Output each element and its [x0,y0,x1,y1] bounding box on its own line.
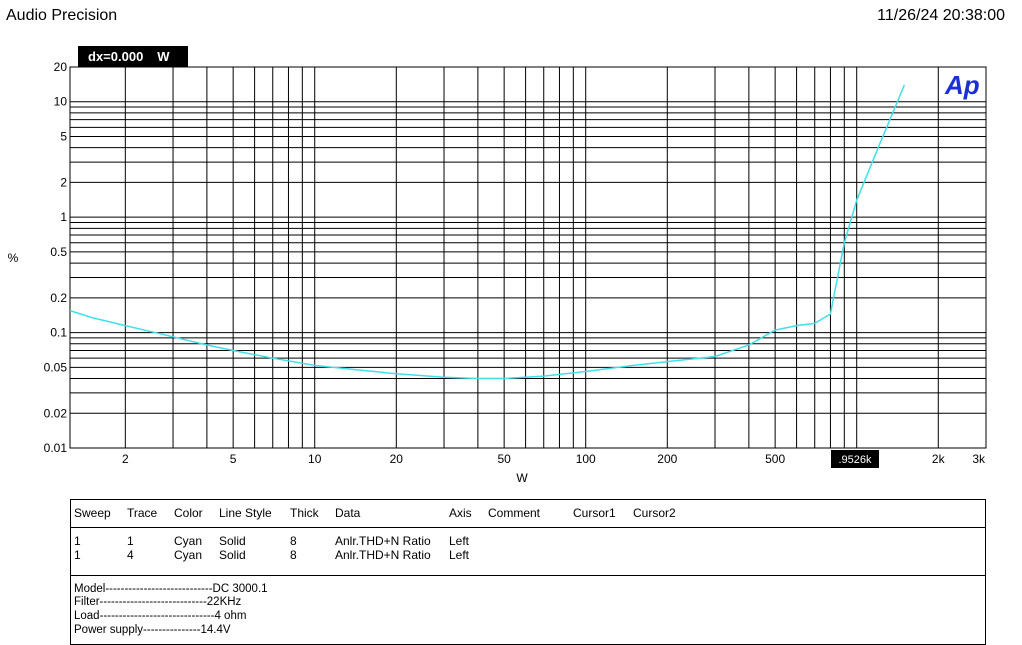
legend-cell-color: Cyan [174,548,203,562]
x-tick-label: 2 [122,452,129,466]
y-tick-label: 0.05 [44,360,68,374]
y-tick-label: 5 [60,129,67,143]
legend-cell-data: Anlr.THD+N Ratio [335,534,431,548]
note-filter: Filter----------------------------22KHz [74,596,242,608]
legend-cell-sweep: 1 [74,534,81,548]
x-tick-label: 2k [932,452,946,466]
y-tick-label: 20 [54,60,68,74]
legend-header-sweep: Sweep [74,506,111,520]
x-tick-label: 3k [972,452,986,466]
legend-header-axis: Axis [449,506,472,520]
legend-cell-trace: 4 [127,548,134,562]
legend-divider [71,527,985,528]
x-axis-label: W [516,471,528,485]
legend-header-color: Color [174,506,203,520]
y-tick-label: 1 [60,210,67,224]
legend-cell-axis: Left [449,548,470,562]
cursor-x-marker-label: .9526k [838,454,872,466]
setup-notes: Model----------------------------DC 3000… [70,575,986,645]
legend-header-trace: Trace [127,506,158,520]
x-tick-label: 500 [765,452,785,466]
legend-cell-thick: 8 [290,548,297,562]
x-tick-label: 5 [230,452,237,466]
thd-chart: 20 10 5 2 1 0.5 0.2 0.1 0.05 0.02 0.01 2 5 10 20 50 100 2… [8,60,987,485]
legend-cell-color: Cyan [174,534,203,548]
y-tick-label: 0.01 [44,441,68,455]
legend-header-row: Sweep Trace Color Line Style Thick Data … [71,506,985,522]
legend-cell-trace: 1 [127,534,134,548]
trace-legend-table: Sweep Trace Color Line Style Thick Data … [70,499,986,576]
y-tick-label: 2 [60,175,67,189]
y-tick-label: 0.02 [44,406,68,420]
note-power-supply: Power supply---------------14.4V [74,624,231,636]
legend-cell-line-style: Solid [219,534,246,548]
legend-header-thick: Thick [290,506,319,520]
legend-header-comment: Comment [488,506,541,520]
x-tick-label: 10 [308,452,322,466]
legend-header-data: Data [335,506,361,520]
legend-header-line-style: Line Style [219,506,272,520]
legend-header-cursor1: Cursor1 [573,506,616,520]
y-tick-label: 0.1 [50,326,67,340]
y-tick-label: 10 [54,95,68,109]
legend-cell-line-style: Solid [219,548,246,562]
x-tick-label: 200 [657,452,677,466]
x-tick-label: 50 [497,452,511,466]
y-tick-label: 0.2 [50,291,67,305]
legend-cell-data: Anlr.THD+N Ratio [335,548,431,562]
plot-frame [69,66,987,449]
y-tick-label: 0.5 [50,245,67,259]
legend-cell-axis: Left [449,534,470,548]
legend-cell-thick: 8 [290,534,297,548]
x-tick-label: 100 [576,452,596,466]
x-tick-label: 20 [390,452,404,466]
legend-header-cursor2: Cursor2 [633,506,676,520]
note-model: Model----------------------------DC 3000… [74,583,268,595]
note-load: Load------------------------------4 ohm [74,610,247,622]
legend-cell-sweep: 1 [74,548,81,562]
ap-logo: Ap [944,70,980,100]
y-axis-label: % [8,251,19,265]
